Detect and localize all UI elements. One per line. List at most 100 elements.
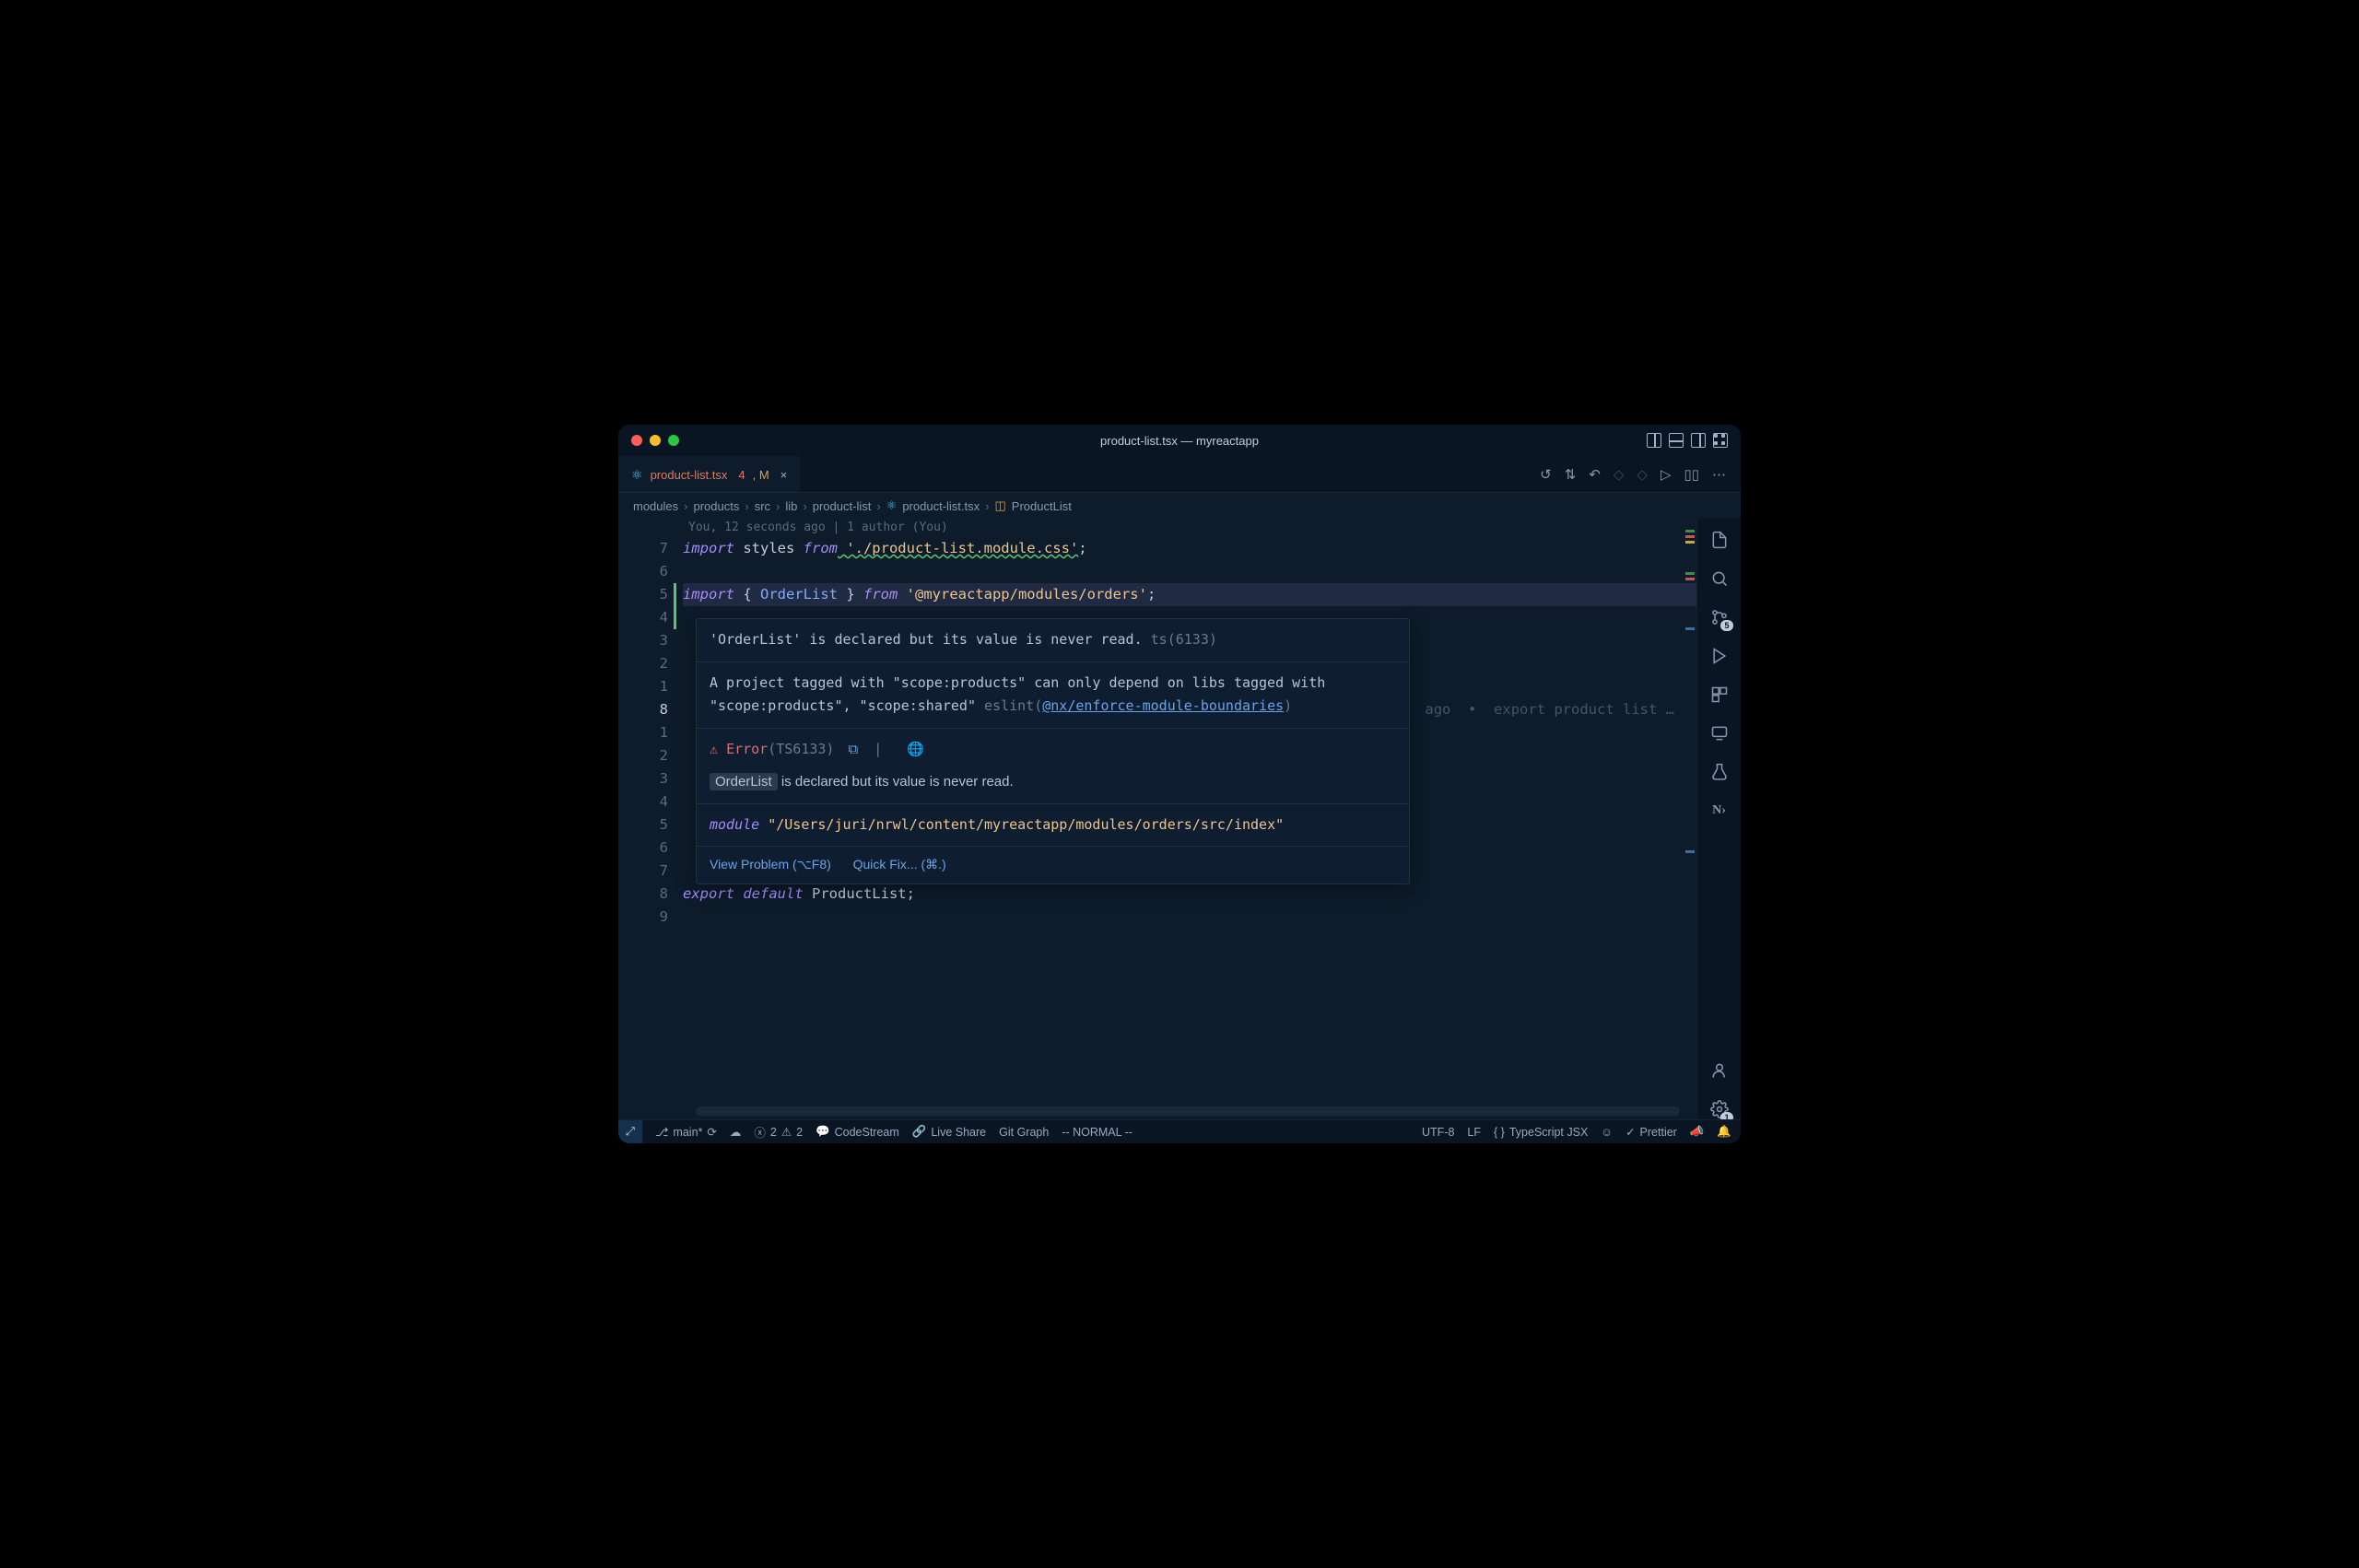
settings-badge: 1 <box>1720 1112 1732 1119</box>
scm-badge: 5 <box>1720 620 1732 631</box>
crumb[interactable]: ProductList <box>1012 499 1072 513</box>
symbol-chip: OrderList <box>710 773 778 790</box>
prettier-status[interactable]: ✓ Prettier <box>1625 1125 1677 1139</box>
line-number: 2 <box>618 652 683 675</box>
liveshare-status[interactable]: 🔗 Live Share <box>912 1125 986 1139</box>
nx-console-icon[interactable]: N› <box>1709 801 1730 821</box>
compare-icon[interactable]: ⇅ <box>1565 466 1577 483</box>
layout-right-icon[interactable] <box>1691 433 1706 448</box>
tab-product-list[interactable]: ⚛ product-list.tsx 4 , M × <box>618 456 800 492</box>
crumb[interactable]: product-list.tsx <box>902 499 980 513</box>
open-external-icon[interactable]: ⧉ <box>849 741 859 757</box>
crumb[interactable]: product-list <box>813 499 872 513</box>
code-line[interactable]: 6 <box>618 560 1696 583</box>
timeline-icon[interactable]: ↺ <box>1540 466 1552 483</box>
line-number: 1 <box>618 721 683 744</box>
line-number: 7 <box>618 537 683 560</box>
testing-icon[interactable] <box>1709 762 1730 782</box>
eslint-rule-link[interactable]: @nx/enforce-module-boundaries <box>1042 697 1284 714</box>
code-line[interactable]: 8 export default ProductList; <box>618 883 1696 906</box>
tab-bar: ⚛ product-list.tsx 4 , M × ↺ ⇅ ↶ ◇ ◇ ▷ ▯… <box>618 456 1741 493</box>
line-number: 5 <box>618 583 683 606</box>
settings-icon[interactable]: 1 <box>1709 1099 1730 1119</box>
git-blame-annotation: You, 12 seconds ago | 1 author (You) <box>618 519 1696 537</box>
window-minimize-button[interactable] <box>650 435 661 446</box>
window-close-button[interactable] <box>631 435 642 446</box>
close-icon[interactable]: × <box>780 468 788 482</box>
line-number: 3 <box>618 767 683 790</box>
editor-actions: ↺ ⇅ ↶ ◇ ◇ ▷ ▯▯ ⋯ <box>1540 456 1741 492</box>
line-number: 7 <box>618 860 683 883</box>
code-line[interactable]: 9 <box>618 906 1696 929</box>
more-actions-icon[interactable]: ⋯ <box>1712 466 1726 483</box>
code-line[interactable]: 7 import styles from './product-list.mod… <box>618 537 1696 560</box>
split-editor-icon[interactable]: ▯▯ <box>1684 466 1699 483</box>
feedback-icon[interactable]: 📣 <box>1690 1125 1705 1139</box>
status-bar: ⤢ ⎇ main* ⟳ ☁ ⓧ 2 ⚠ 2 💬 CodeStream 🔗 Liv… <box>618 1119 1741 1143</box>
tab-filename: product-list.tsx <box>651 468 728 482</box>
eol-status[interactable]: LF <box>1467 1126 1481 1139</box>
line-number: 6 <box>618 560 683 583</box>
popup-actions: View Problem (⌥F8) Quick Fix... (⌘.) <box>697 847 1409 883</box>
nav-prev-icon[interactable]: ◇ <box>1614 466 1625 483</box>
line-number: 1 <box>618 675 683 698</box>
line-number: 4 <box>618 606 683 629</box>
crumb[interactable]: lib <box>785 499 797 513</box>
remote-indicator[interactable]: ⤢ <box>618 1120 642 1143</box>
debug-icon[interactable] <box>1709 646 1730 666</box>
window-maximize-button[interactable] <box>668 435 679 446</box>
revert-icon[interactable]: ↶ <box>1589 466 1601 483</box>
nav-next-icon[interactable]: ◇ <box>1637 466 1648 483</box>
run-icon[interactable]: ▷ <box>1661 466 1672 483</box>
line-number: 8 <box>618 883 683 906</box>
line-number: 5 <box>618 813 683 837</box>
remote-explorer-icon[interactable] <box>1709 723 1730 743</box>
code-line[interactable]: 5 import { OrderList } from '@myreactapp… <box>618 583 1696 606</box>
react-file-icon: ⚛ <box>631 467 643 483</box>
activity-bar: 5 N› 1 <box>1696 519 1741 1119</box>
encoding-status[interactable]: UTF-8 <box>1422 1126 1454 1139</box>
crumb[interactable]: products <box>693 499 739 513</box>
tab-problems-count: 4 <box>738 468 745 482</box>
layout-controls <box>1647 433 1728 448</box>
breadcrumb[interactable]: modules› products› src› lib› product-lis… <box>618 493 1741 519</box>
horizontal-scrollbar[interactable] <box>696 1106 1680 1116</box>
vscode-window: product-list.tsx — myreactapp ⚛ product-… <box>618 425 1741 1143</box>
line-number: 2 <box>618 744 683 767</box>
error-header: ⚠ Error(TS6133) ⧉ | 🌐 OrderList is decla… <box>697 729 1409 804</box>
module-info: module "/Users/juri/nrwl/content/myreact… <box>697 804 1409 848</box>
cloud-sync-icon[interactable]: ☁ <box>730 1125 742 1139</box>
line-number: 3 <box>618 629 683 652</box>
layout-left-icon[interactable] <box>1647 433 1661 448</box>
hover-diagnostic-popup: 'OrderList' is declared but its value is… <box>696 618 1410 884</box>
source-control-icon[interactable]: 5 <box>1709 607 1730 627</box>
copilot-icon[interactable]: ☺ <box>1601 1126 1613 1139</box>
problems-status[interactable]: ⓧ 2 ⚠ 2 <box>754 1123 803 1141</box>
symbol-icon: ◫ <box>994 498 1005 513</box>
editor[interactable]: You, 12 seconds ago | 1 author (You) 7 i… <box>618 519 1696 1119</box>
explorer-icon[interactable] <box>1709 530 1730 550</box>
search-icon[interactable] <box>1709 568 1730 589</box>
crumb[interactable]: modules <box>633 499 678 513</box>
diagnostic-message: A project tagged with "scope:products" c… <box>697 662 1409 729</box>
git-branch[interactable]: ⎇ main* ⟳ <box>655 1125 717 1139</box>
inline-blame: ago • export product list … <box>1425 698 1674 721</box>
notifications-icon[interactable]: 🔔 <box>1717 1125 1731 1139</box>
extensions-icon[interactable] <box>1709 685 1730 705</box>
line-number: 4 <box>618 790 683 813</box>
overview-ruler[interactable] <box>1682 519 1696 1119</box>
traffic-lights <box>631 435 679 446</box>
titlebar: product-list.tsx — myreactapp <box>618 425 1741 456</box>
gitgraph-status[interactable]: Git Graph <box>999 1126 1049 1139</box>
window-title: product-list.tsx — myreactapp <box>1100 434 1259 448</box>
line-number: 8 <box>618 698 683 721</box>
account-icon[interactable] <box>1709 1060 1730 1081</box>
layout-bottom-icon[interactable] <box>1669 433 1684 448</box>
globe-icon[interactable]: 🌐 <box>907 741 924 757</box>
view-problem-link[interactable]: View Problem (⌥F8) <box>710 857 831 872</box>
layout-customize-icon[interactable] <box>1713 433 1728 448</box>
crumb[interactable]: src <box>755 499 770 513</box>
codestream-status[interactable]: 💬 CodeStream <box>816 1125 899 1139</box>
quick-fix-link[interactable]: Quick Fix... (⌘.) <box>853 857 946 872</box>
language-status[interactable]: { } TypeScript JSX <box>1494 1126 1588 1139</box>
